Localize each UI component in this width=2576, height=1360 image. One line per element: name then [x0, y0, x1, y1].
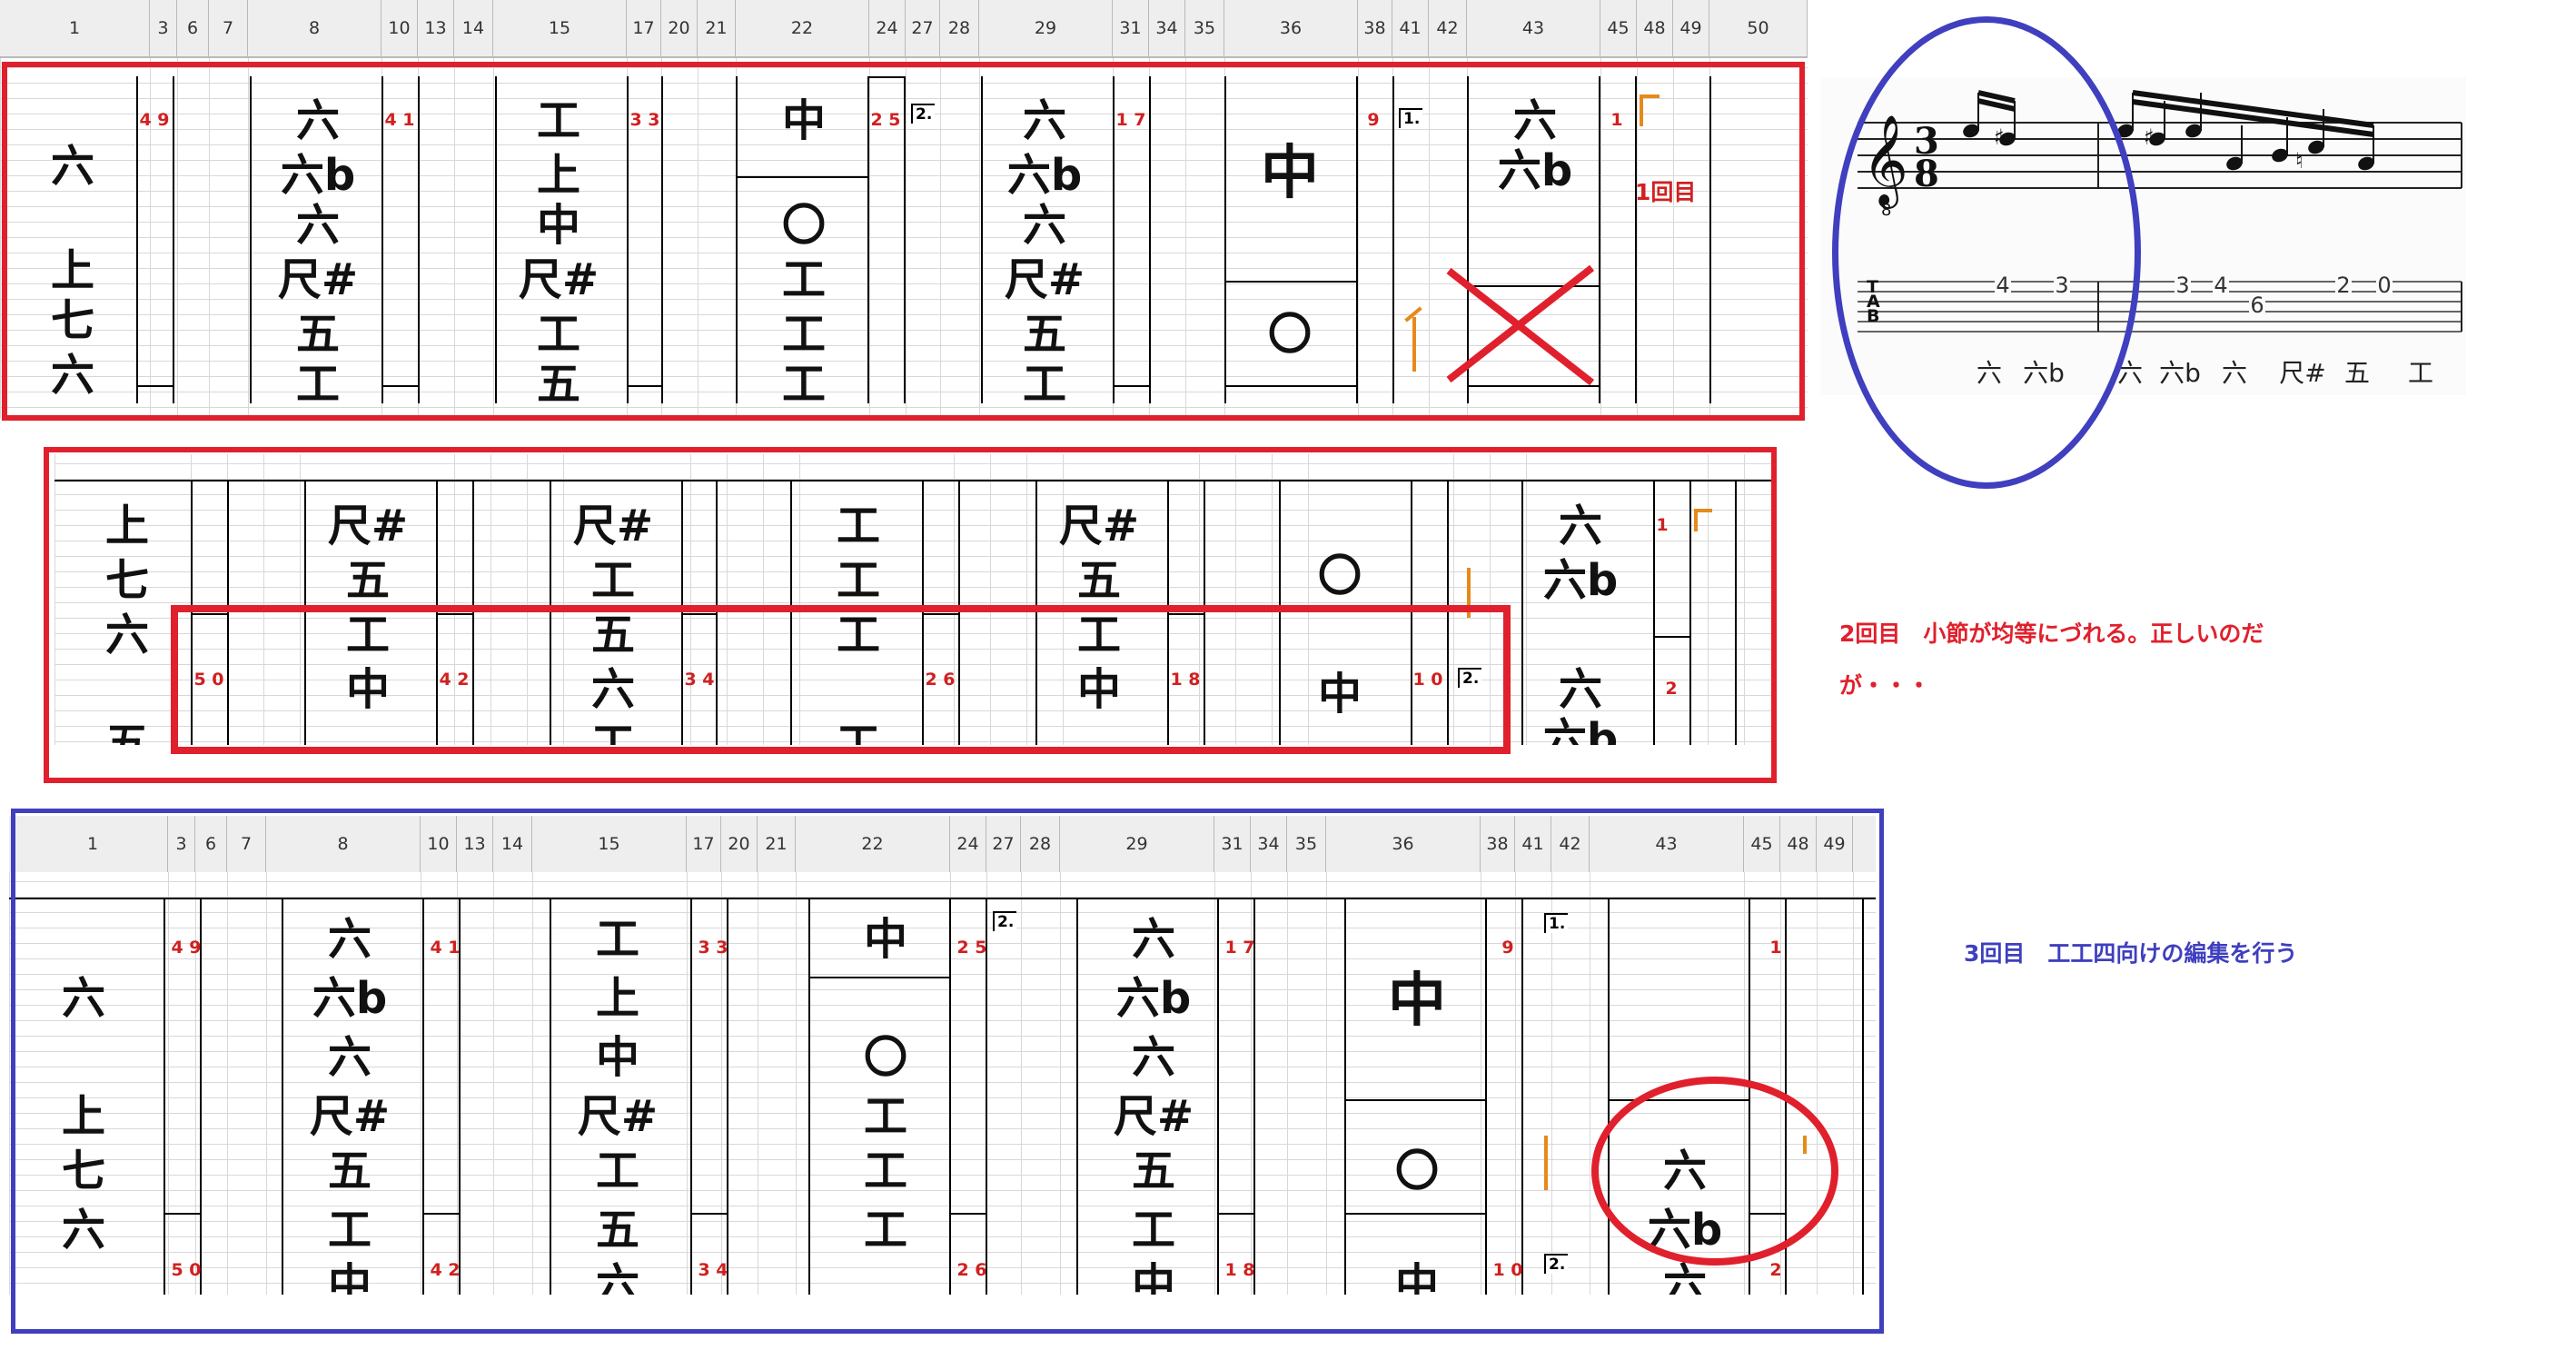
red-frame-section-1 — [2, 62, 1805, 421]
header-cell: 21 — [698, 0, 736, 56]
tab-number: 6 — [2250, 293, 2264, 318]
header-cell: 38 — [1358, 0, 1392, 56]
header-cell: 50 — [1709, 0, 1808, 56]
header-cell: 14 — [454, 0, 493, 56]
header-cell: 27 — [906, 0, 940, 56]
header-cell: 22 — [736, 0, 869, 56]
tab-number: 3 — [2175, 273, 2189, 298]
grid-col-line — [9, 872, 10, 1295]
red-circle-annotation — [1591, 1077, 1838, 1266]
header-cell: 17 — [627, 0, 661, 56]
header-cell: 20 — [661, 0, 698, 56]
annotation-second-line1: 2回目 小節が均等にづれる。正しいのだ — [1839, 620, 2264, 647]
header-cell: 1 — [0, 0, 150, 56]
header-cell: 43 — [1467, 0, 1600, 56]
header-cell: 31 — [1113, 0, 1149, 56]
tab-number: 0 — [2377, 273, 2391, 298]
header-cell: 34 — [1149, 0, 1185, 56]
header-cell: 24 — [869, 0, 906, 56]
tab-number: 2 — [2336, 273, 2350, 298]
column-header-top: 1 3 6 7 8 10 13 14 15 17 20 21 22 24 27 28 29 31 34 35 36 38 4… — [0, 0, 1808, 58]
header-cell: 7 — [209, 0, 248, 56]
header-cell: 48 — [1637, 0, 1673, 56]
header-cell: 49 — [1673, 0, 1709, 56]
header-cell: 13 — [418, 0, 454, 56]
header-cell: 6 — [177, 0, 209, 56]
header-cell: 45 — [1600, 0, 1637, 56]
annotation-first: 1回目 — [1635, 179, 1697, 205]
note-name: 尺# — [2279, 358, 2325, 388]
note-name: 工 — [2408, 358, 2433, 388]
header-cell: 3 — [150, 0, 177, 56]
header-cell: 35 — [1185, 0, 1224, 56]
header-cell: 28 — [940, 0, 979, 56]
note-name: 六b — [2159, 358, 2201, 388]
header-cell: 41 — [1392, 0, 1429, 56]
red-frame-section-2-inner — [171, 605, 1511, 754]
header-cell: 29 — [979, 0, 1113, 56]
header-cell: 42 — [1429, 0, 1467, 56]
note-name: 五 — [2344, 358, 2370, 388]
tab-number: 4 — [2214, 273, 2227, 298]
header-cell: 10 — [381, 0, 418, 56]
header-cell: 36 — [1224, 0, 1358, 56]
blue-ellipse-annotation — [1832, 16, 2141, 489]
annotation-third: 3回目 工工四向けの編集を行う — [1964, 940, 2298, 967]
sharp-icon: ♯ — [2144, 124, 2155, 150]
header-cell: 8 — [248, 0, 381, 56]
grid-col-line — [0, 58, 1, 418]
blue-frame-section-3 — [11, 809, 1884, 1334]
note-name: 六 — [2222, 358, 2247, 388]
natural-icon: ♮ — [2295, 148, 2304, 174]
annotation-second-line2: が・・・ — [1839, 672, 1931, 699]
header-cell: 15 — [493, 0, 627, 56]
